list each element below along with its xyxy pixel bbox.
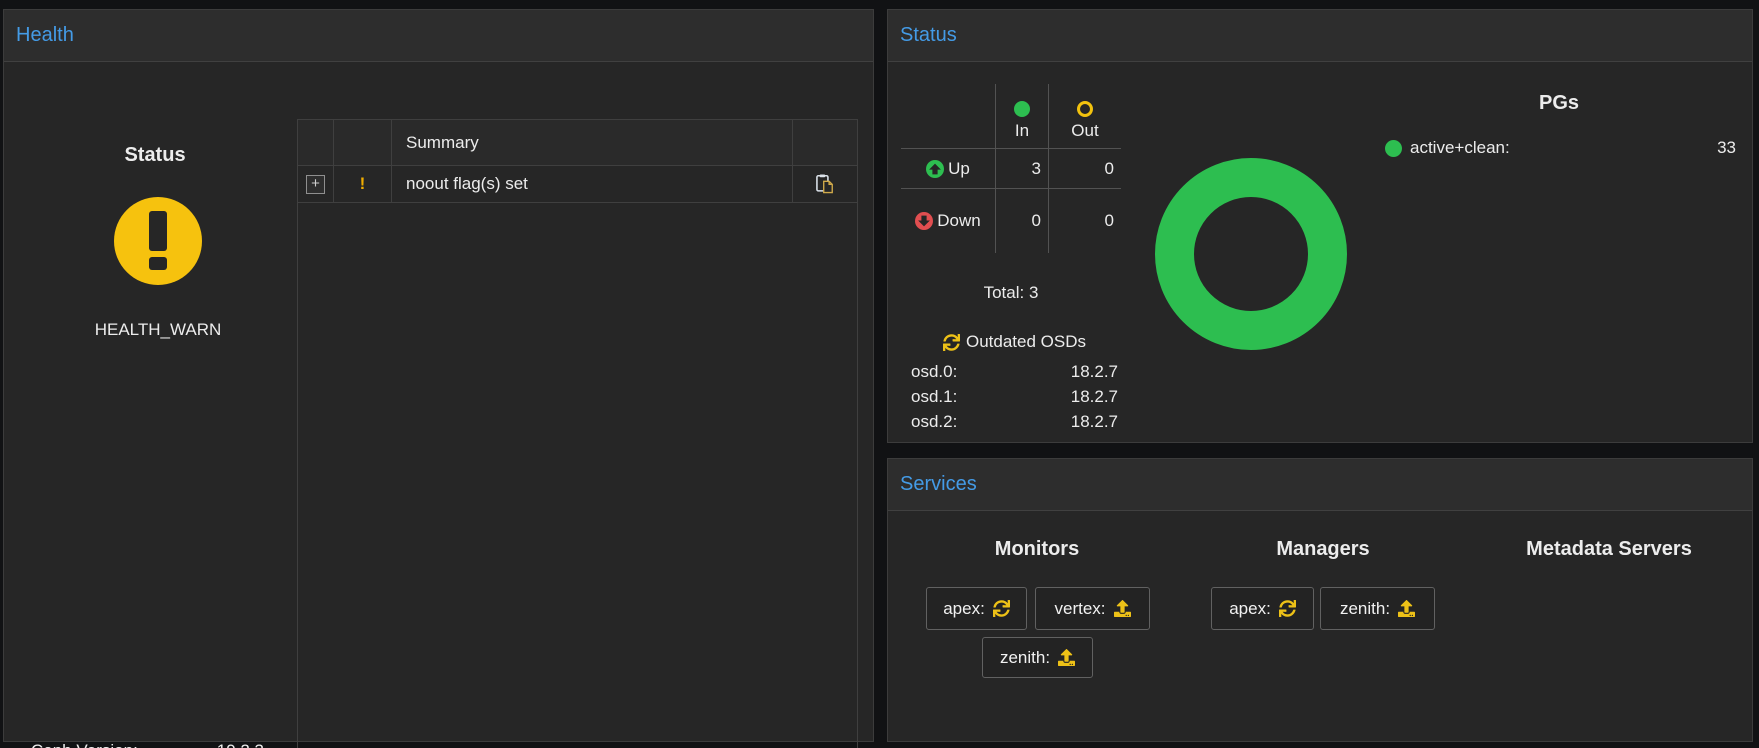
health-panel-body: Status HEALTH_WARN Ceph Version: 19.2.3 …: [4, 62, 873, 741]
status-panel-body: In Out Up 3 0: [888, 62, 1752, 442]
monitor-apex-button[interactable]: apex:: [926, 587, 1027, 630]
metadata-servers-heading: Metadata Servers: [1459, 538, 1759, 561]
status-panel: Status In Out Up 3: [887, 9, 1753, 443]
pgs-donut-chart: [1155, 158, 1347, 350]
monitors-heading: Monitors: [937, 538, 1137, 561]
osd-total: Total: 3: [901, 283, 1121, 303]
osd-in-header: In: [996, 84, 1049, 149]
list-item: osd.0: 18.2.7: [911, 359, 1118, 384]
health-panel: Health Status HEALTH_WARN Ceph Version: …: [3, 9, 874, 742]
ceph-version-label: Ceph Version:: [31, 741, 138, 748]
osd-down-out-value: 0: [1049, 189, 1121, 253]
osd-name: osd.1:: [911, 384, 957, 409]
osd-name: osd.2:: [911, 409, 957, 434]
osd-up-out-value: 0: [1049, 149, 1121, 189]
monitor-vertex-button[interactable]: vertex:: [1035, 587, 1150, 630]
copy-icon[interactable]: [814, 173, 836, 195]
manager-apex-label: apex:: [1229, 599, 1271, 619]
monitor-zenith-label: zenith:: [1000, 648, 1050, 668]
table-row[interactable]: + ! noout flag(s) set: [298, 166, 857, 203]
status-panel-title: Status: [900, 24, 957, 47]
osd-state-table: In Out Up 3 0: [901, 84, 1121, 253]
refresh-icon: [1279, 600, 1296, 617]
upload-icon: [1058, 649, 1075, 666]
expand-column-header: [298, 120, 334, 165]
list-item: osd.2: 18.2.7: [911, 409, 1118, 434]
out-ring-icon: [1077, 101, 1093, 117]
osd-down-in-value: 0: [996, 189, 1049, 253]
monitor-zenith-button[interactable]: zenith:: [982, 637, 1093, 678]
upload-icon: [1114, 600, 1131, 617]
osd-version: 18.2.7: [1071, 384, 1118, 409]
services-panel-title: Services: [900, 473, 977, 496]
down-label: Down: [937, 211, 980, 231]
managers-heading: Managers: [1223, 538, 1423, 561]
outdated-osds-title: Outdated OSDs: [966, 332, 1086, 352]
health-warning-icon: [114, 197, 202, 285]
osd-name: osd.0:: [911, 359, 957, 384]
manager-zenith-label: zenith:: [1340, 599, 1390, 619]
monitor-vertex-label: vertex:: [1054, 599, 1105, 619]
list-item: osd.1: 18.2.7: [911, 384, 1118, 409]
refresh-icon: [943, 334, 960, 351]
outdated-osds-block: Outdated OSDs osd.0: 18.2.7 osd.1: 18.2.…: [911, 332, 1118, 434]
health-status-value: HEALTH_WARN: [38, 320, 278, 340]
legend-label: active+clean:: [1410, 138, 1510, 158]
pgs-legend-row: active+clean: 33: [1385, 138, 1736, 158]
ceph-version-value: 19.2.3: [217, 741, 264, 748]
expand-row-icon[interactable]: +: [306, 175, 325, 194]
summary-column-header[interactable]: Summary: [392, 120, 793, 165]
health-panel-header: Health: [4, 10, 873, 62]
osd-version: 18.2.7: [1071, 359, 1118, 384]
pgs-title: PGs: [1459, 92, 1659, 115]
arrow-circle-up-icon: [926, 160, 944, 178]
warning-exclamation-bar: [149, 211, 167, 251]
copy-column-header: [793, 120, 857, 165]
health-summary-table: Summary + ! noout flag(s) set: [297, 119, 858, 748]
summary-cell: noout flag(s) set: [392, 166, 793, 202]
up-label: Up: [948, 159, 970, 179]
osd-version: 18.2.7: [1071, 409, 1118, 434]
summary-table-header-row: Summary: [298, 120, 857, 166]
in-label: In: [1015, 121, 1029, 141]
out-label: Out: [1071, 121, 1098, 141]
osd-out-header: Out: [1049, 84, 1121, 149]
warning-exclamation-dot: [149, 257, 167, 270]
legend-value: 33: [1717, 138, 1736, 158]
services-panel-body: Monitors Managers Metadata Servers apex:…: [888, 511, 1752, 741]
status-panel-header: Status: [888, 10, 1752, 62]
ceph-dashboard: { "colors": { "accent_blue": "#449be6", …: [0, 0, 1759, 748]
severity-warning-icon: !: [360, 174, 366, 194]
manager-zenith-button[interactable]: zenith:: [1320, 587, 1435, 630]
monitor-apex-label: apex:: [943, 599, 985, 619]
osd-up-in-value: 3: [996, 149, 1049, 189]
osd-up-row-label: Up: [901, 149, 996, 189]
osd-down-row-label: Down: [901, 189, 996, 253]
health-status-heading: Status: [55, 144, 255, 167]
legend-dot-icon: [1385, 140, 1402, 157]
upload-icon: [1398, 600, 1415, 617]
in-dot-icon: [1014, 101, 1030, 117]
arrow-circle-down-icon: [915, 212, 933, 230]
services-panel: Services Monitors Managers Metadata Serv…: [887, 458, 1753, 742]
refresh-icon: [993, 600, 1010, 617]
health-panel-title: Health: [16, 24, 74, 47]
severity-column-header: [334, 120, 392, 165]
manager-apex-button[interactable]: apex:: [1211, 587, 1314, 630]
ceph-version-row: Ceph Version: 19.2.3: [31, 741, 264, 748]
services-panel-header: Services: [888, 459, 1752, 511]
outdated-osds-title-row: Outdated OSDs: [911, 332, 1118, 352]
osd-table-corner-cell: [901, 84, 996, 149]
